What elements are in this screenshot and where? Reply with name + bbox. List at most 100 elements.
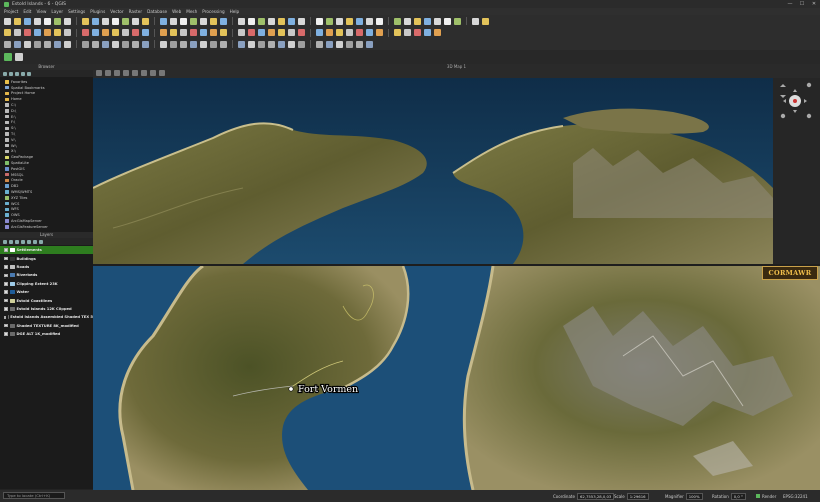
toolbar-tool-icon[interactable]: [346, 40, 353, 48]
layer-visibility-checkbox[interactable]: [4, 298, 8, 303]
toolbar-tool-icon[interactable]: [444, 17, 451, 25]
toolbar-tool-icon[interactable]: [424, 17, 431, 25]
layer-item[interactable]: Estold Islands 12K Clipped: [0, 305, 93, 313]
toolbar-tool-icon[interactable]: [424, 29, 431, 36]
camera-icon[interactable]: [96, 70, 102, 76]
toolbar-tool-icon[interactable]: [472, 17, 479, 25]
toolbar-tool-icon[interactable]: [298, 17, 305, 25]
layer-visibility-checkbox[interactable]: [4, 323, 8, 328]
toolbar-tool-icon[interactable]: [238, 40, 245, 48]
toolbar-tool-icon[interactable]: [482, 17, 489, 25]
toolbar-tool-icon[interactable]: [142, 17, 149, 25]
toolbar-tool-icon[interactable]: [4, 29, 11, 36]
toolbar-tool-icon[interactable]: [288, 40, 295, 48]
toolbar-tool-icon[interactable]: [132, 40, 139, 48]
locator-search-input[interactable]: Type to locate (Ctrl+K): [3, 492, 65, 499]
toolbar-tool-icon[interactable]: [288, 29, 295, 36]
toolbar-tool-icon[interactable]: [268, 40, 275, 48]
toolbar-tool-icon[interactable]: [278, 40, 285, 48]
toolbar-tool-icon[interactable]: [248, 17, 255, 25]
collapse-icon[interactable]: [33, 239, 37, 244]
layer-item[interactable]: Riverbeds: [0, 271, 93, 279]
menu-plugins[interactable]: Plugins: [90, 9, 105, 14]
toolbar-tool-icon[interactable]: [258, 40, 265, 48]
expand-icon[interactable]: [27, 239, 31, 244]
toolbar-tool-icon[interactable]: [220, 29, 227, 36]
menu-database[interactable]: Database: [147, 9, 167, 14]
layer-visibility-checkbox[interactable]: [4, 307, 8, 311]
toolbar-tool-icon[interactable]: [64, 17, 71, 25]
toolbar-tool-icon[interactable]: [102, 29, 109, 36]
toolbar-tool-icon[interactable]: [404, 29, 411, 36]
toolbar-tool-icon[interactable]: [414, 17, 421, 25]
toolbar-tool-icon[interactable]: [54, 29, 61, 36]
toolbar-tool-icon[interactable]: [14, 17, 21, 25]
toolbar-tool-icon[interactable]: [14, 29, 21, 36]
refresh-icon[interactable]: [3, 71, 7, 76]
settings-icon[interactable]: [159, 70, 165, 76]
remove-layer-icon[interactable]: [39, 239, 43, 244]
layer-item[interactable]: Shaded TEXTURE 8K_modified: [0, 322, 93, 330]
toolbar-tool-icon[interactable]: [142, 29, 149, 36]
toolbar-tool-icon[interactable]: [122, 29, 129, 36]
toolbar-tool-icon[interactable]: [4, 40, 11, 48]
toolbar-tool-icon[interactable]: [200, 40, 207, 48]
toolbar-tool-icon[interactable]: [376, 29, 383, 36]
toolbar-tool-icon[interactable]: [44, 29, 51, 36]
menu-help[interactable]: Help: [230, 9, 240, 14]
layer-visibility-checkbox[interactable]: [4, 332, 8, 336]
layer-visibility-checkbox[interactable]: [4, 256, 8, 261]
menu-project[interactable]: Project: [4, 9, 18, 14]
visibility-icon[interactable]: [15, 239, 19, 244]
toolbar-tool-icon[interactable]: [102, 17, 109, 25]
menu-raster[interactable]: Raster: [129, 9, 143, 14]
toolbar-tool-icon[interactable]: [102, 40, 109, 48]
toolbar-tool-icon[interactable]: [278, 29, 285, 36]
toolbar-tool-icon[interactable]: [4, 17, 11, 25]
toolbar-tool-icon[interactable]: [160, 29, 167, 36]
menu-settings[interactable]: Settings: [68, 9, 85, 14]
toolbar-tool-icon[interactable]: [248, 29, 255, 36]
toolbar-tool-icon[interactable]: [316, 17, 323, 25]
filter-icon[interactable]: [15, 71, 19, 76]
toolbar-tool-icon[interactable]: [112, 29, 119, 36]
layer-item[interactable]: Buildings: [0, 254, 93, 262]
toolbar-tool-icon[interactable]: [122, 40, 129, 48]
layer-visibility-checkbox[interactable]: [4, 273, 8, 278]
identify-icon[interactable]: [123, 70, 129, 76]
toolbar-tool-icon[interactable]: [210, 29, 217, 36]
toolbar-tool-icon[interactable]: [200, 17, 207, 25]
menu-mesh[interactable]: Mesh: [186, 9, 197, 14]
render-checkbox[interactable]: [756, 494, 760, 498]
toolbar-tool-icon[interactable]: [326, 29, 333, 36]
export-icon[interactable]: [150, 70, 156, 76]
close-button[interactable]: ✕: [808, 0, 820, 8]
toolbar-tool-icon[interactable]: [180, 17, 187, 25]
layer-visibility-checkbox[interactable]: [4, 290, 8, 294]
toolbar-tool-icon[interactable]: [346, 29, 353, 36]
toolbar-tool-icon[interactable]: [82, 40, 89, 48]
toolbar-tool-icon[interactable]: [180, 40, 187, 48]
plugin-tool-icon[interactable]: [15, 53, 23, 61]
toolbar-tool-icon[interactable]: [366, 40, 373, 48]
pan-icon[interactable]: [105, 70, 111, 76]
toolbar-tool-icon[interactable]: [82, 29, 89, 36]
layer-item[interactable]: DGE ALT 1K_modified: [0, 330, 93, 338]
toolbar-tool-icon[interactable]: [268, 17, 275, 25]
layer-visibility-checkbox[interactable]: [4, 282, 8, 286]
map3d-canvas[interactable]: [93, 78, 773, 264]
toolbar-tool-icon[interactable]: [220, 40, 227, 48]
python-console-icon[interactable]: [4, 53, 12, 61]
add-layer-icon[interactable]: [9, 71, 13, 76]
layer-item[interactable]: Estold Coastlines: [0, 296, 93, 304]
toolbar-tool-icon[interactable]: [170, 40, 177, 48]
toolbar-tool-icon[interactable]: [258, 29, 265, 36]
minimize-button[interactable]: —: [784, 0, 796, 8]
measure-icon[interactable]: [132, 70, 138, 76]
toolbar-tool-icon[interactable]: [376, 17, 383, 25]
crs-button[interactable]: EPSG:32241: [783, 492, 808, 500]
toolbar-tool-icon[interactable]: [64, 29, 71, 36]
toolbar-tool-icon[interactable]: [336, 17, 343, 25]
toolbar-tool-icon[interactable]: [434, 17, 441, 25]
maximize-button[interactable]: ☐: [796, 0, 808, 8]
